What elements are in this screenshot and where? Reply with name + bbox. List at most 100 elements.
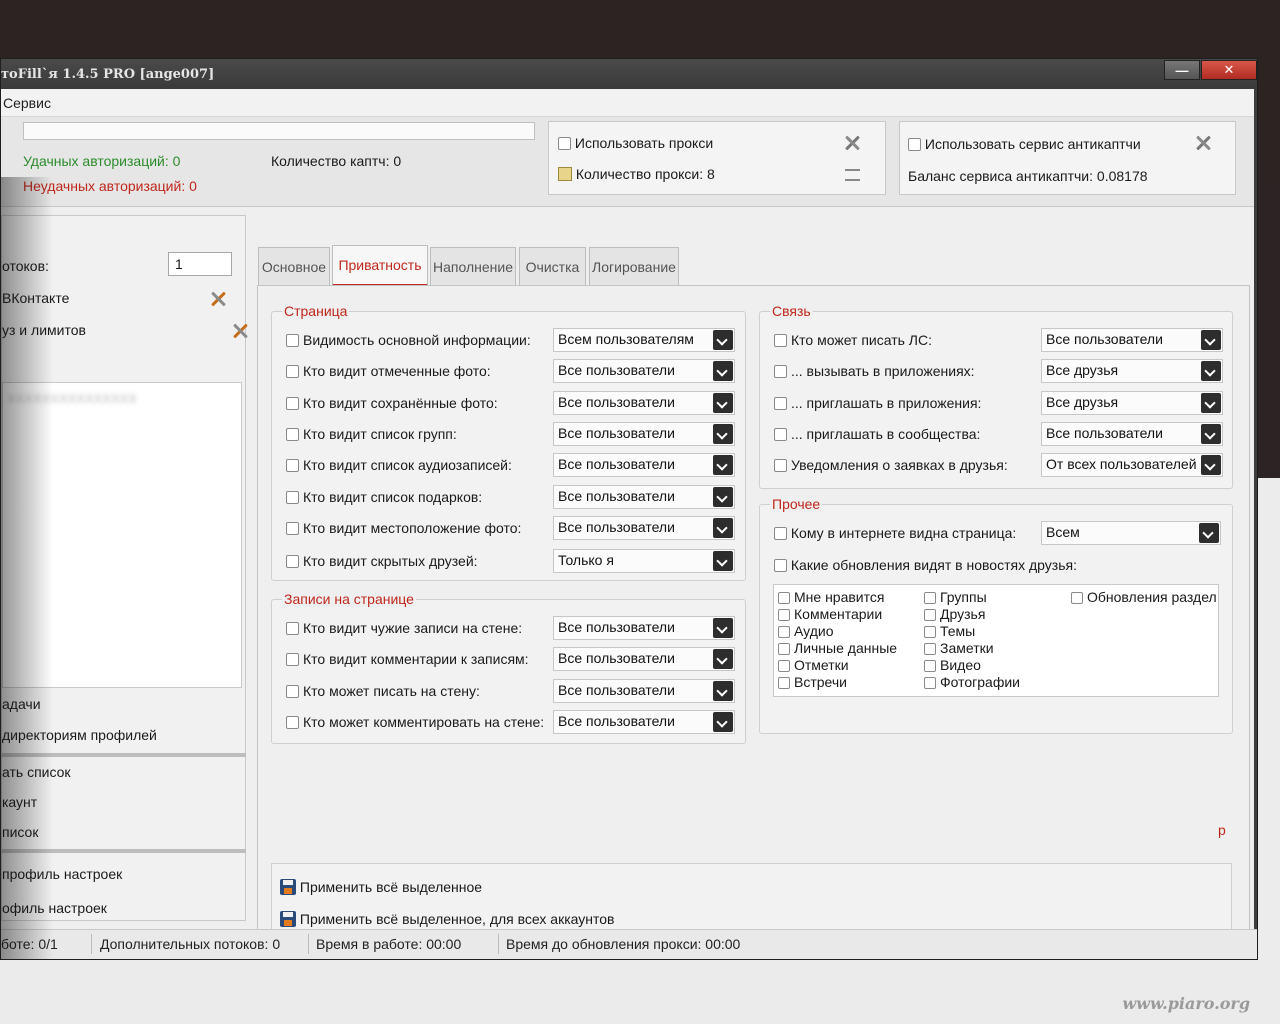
page-privacy-select[interactable]: Все пользователи xyxy=(553,422,735,446)
accounts-list[interactable]: XXXXXXXXXXXXXXX xyxy=(2,382,242,688)
chevron-down-icon[interactable] xyxy=(713,649,733,669)
use-proxy-option[interactable]: Использовать прокси xyxy=(558,135,713,151)
chevron-down-icon[interactable] xyxy=(713,618,733,638)
load-profile-button[interactable]: офиль настроек xyxy=(2,900,107,916)
contact-privacy-select[interactable]: Все пользователи xyxy=(1041,328,1223,352)
page-privacy-checkbox[interactable] xyxy=(286,555,299,568)
news-update-option[interactable]: Группы xyxy=(924,589,1020,606)
contact-privacy-select[interactable]: Все друзья xyxy=(1041,391,1223,415)
tab-main[interactable]: Основное xyxy=(258,247,330,285)
news-update-checkbox[interactable] xyxy=(924,626,936,638)
internet-visibility-checkbox[interactable] xyxy=(774,527,787,540)
wall-privacy-select[interactable]: Все пользователи xyxy=(553,679,735,703)
page-privacy-option[interactable]: Кто видит скрытых друзей: xyxy=(286,553,478,569)
news-update-option[interactable]: Встречи xyxy=(778,674,897,691)
chevron-down-icon[interactable] xyxy=(1201,455,1221,475)
chevron-down-icon[interactable] xyxy=(713,712,733,732)
news-update-option[interactable]: Видео xyxy=(924,657,1020,674)
account-button[interactable]: каунт xyxy=(2,794,37,810)
page-privacy-checkbox[interactable] xyxy=(286,491,299,504)
chevron-down-icon[interactable] xyxy=(1199,523,1219,543)
contact-privacy-option[interactable]: ... приглашать в приложения: xyxy=(774,395,981,411)
contact-privacy-checkbox[interactable] xyxy=(774,334,787,347)
news-update-checkbox[interactable] xyxy=(924,592,936,604)
chevron-down-icon[interactable] xyxy=(713,681,733,701)
news-update-checkbox[interactable] xyxy=(924,643,936,655)
news-update-checkbox[interactable] xyxy=(778,592,790,604)
contact-privacy-option[interactable]: Уведомления о заявках в друзья: xyxy=(774,457,1008,473)
page-privacy-checkbox[interactable] xyxy=(286,334,299,347)
chevron-down-icon[interactable] xyxy=(713,330,733,350)
page-privacy-select[interactable]: Все пользователи xyxy=(553,391,735,415)
wall-privacy-option[interactable]: Кто может писать на стену: xyxy=(286,683,480,699)
chevron-down-icon[interactable] xyxy=(713,518,733,538)
news-updates-option[interactable]: Какие обновления видят в новостях друзья… xyxy=(774,557,1077,573)
tab-cleanup[interactable]: Очистка xyxy=(519,247,586,285)
wall-privacy-option[interactable]: Кто может комментировать на стене: xyxy=(286,714,544,730)
wall-privacy-option[interactable]: Кто видит чужие записи на стене: xyxy=(286,620,522,636)
close-button[interactable]: ✕ xyxy=(1201,60,1257,80)
wall-privacy-select[interactable]: Все пользователи xyxy=(553,616,735,640)
page-privacy-checkbox[interactable] xyxy=(286,365,299,378)
page-privacy-checkbox[interactable] xyxy=(286,397,299,410)
page-privacy-option[interactable]: Видимость основной информации: xyxy=(286,332,531,348)
tab-content[interactable]: Наполнение xyxy=(430,247,516,285)
edit-list-icon[interactable] xyxy=(558,167,572,181)
page-privacy-option[interactable]: Кто видит список аудиозаписей: xyxy=(286,457,512,473)
page-privacy-checkbox[interactable] xyxy=(286,428,299,441)
news-update-option[interactable]: Комментарии xyxy=(778,606,897,623)
anticaptcha-settings-icon[interactable] xyxy=(1194,134,1212,152)
news-update-option[interactable]: Мне нравится xyxy=(778,589,897,606)
use-proxy-checkbox[interactable] xyxy=(558,137,571,150)
wall-privacy-checkbox[interactable] xyxy=(286,685,299,698)
chevron-down-icon[interactable] xyxy=(1201,361,1221,381)
news-update-checkbox[interactable] xyxy=(778,660,790,672)
threads-input[interactable]: 1 xyxy=(168,252,232,276)
chevron-down-icon[interactable] xyxy=(1201,330,1221,350)
tasks-label[interactable]: адачи xyxy=(2,696,41,712)
page-privacy-select[interactable]: Всем пользователям xyxy=(553,328,735,352)
contact-privacy-select[interactable]: От всех пользователей xyxy=(1041,453,1223,477)
page-privacy-select[interactable]: Все пользователи xyxy=(553,453,735,477)
news-update-checkbox[interactable] xyxy=(924,677,936,689)
news-update-option[interactable]: Отметки xyxy=(778,657,897,674)
news-update-checkbox[interactable] xyxy=(778,643,790,655)
page-privacy-option[interactable]: Кто видит список групп: xyxy=(286,426,457,442)
page-privacy-option[interactable]: Кто видит сохранённые фото: xyxy=(286,395,498,411)
wall-privacy-select[interactable]: Все пользователи xyxy=(553,647,735,671)
chevron-down-icon[interactable] xyxy=(713,361,733,381)
chevron-down-icon[interactable] xyxy=(713,455,733,475)
tab-privacy[interactable]: Приватность xyxy=(332,245,428,287)
news-update-option[interactable]: Темы xyxy=(924,623,1020,640)
proxy-settings-icon[interactable] xyxy=(843,134,861,152)
wall-privacy-option[interactable]: Кто видит комментарии к записям: xyxy=(286,651,529,667)
page-privacy-checkbox[interactable] xyxy=(286,459,299,472)
limits-settings-icon[interactable] xyxy=(231,322,249,340)
list-button[interactable]: писок xyxy=(2,824,38,840)
internet-visibility-option[interactable]: Кому в интернете видна страница: xyxy=(774,525,1016,541)
news-update-checkbox[interactable] xyxy=(924,609,936,621)
apply-all-accounts-button[interactable]: Применить всё выделенное, для всех аккау… xyxy=(280,911,614,927)
minimize-button[interactable]: — xyxy=(1164,60,1200,80)
news-update-checkbox[interactable] xyxy=(1071,592,1083,604)
list-icon[interactable] xyxy=(845,169,860,181)
news-update-option[interactable]: Друзья xyxy=(924,606,1020,623)
page-privacy-select[interactable]: Только я xyxy=(553,549,735,573)
vk-settings-icon[interactable] xyxy=(209,290,227,308)
tab-logging[interactable]: Логирование xyxy=(589,247,679,285)
apply-selected-button[interactable]: Применить всё выделенное xyxy=(280,879,482,895)
contact-privacy-option[interactable]: ... вызывать в приложениях: xyxy=(774,363,975,379)
chevron-down-icon[interactable] xyxy=(713,424,733,444)
contact-privacy-checkbox[interactable] xyxy=(774,397,787,410)
use-anticaptcha-checkbox[interactable] xyxy=(908,138,921,151)
wall-privacy-select[interactable]: Все пользователи xyxy=(553,710,735,734)
contact-privacy-checkbox[interactable] xyxy=(774,365,787,378)
news-update-checkbox[interactable] xyxy=(778,677,790,689)
contact-privacy-select[interactable]: Все друзья xyxy=(1041,359,1223,383)
page-privacy-option[interactable]: Кто видит местоположение фото: xyxy=(286,520,521,536)
use-anticaptcha-option[interactable]: Использовать сервис антикаптчи xyxy=(908,136,1141,152)
news-update-option[interactable]: Аудио xyxy=(778,623,897,640)
page-privacy-option[interactable]: Кто видит отмеченные фото: xyxy=(286,363,491,379)
news-update-option[interactable]: Заметки xyxy=(924,640,1020,657)
contact-privacy-option[interactable]: Кто может писать ЛС: xyxy=(774,332,932,348)
